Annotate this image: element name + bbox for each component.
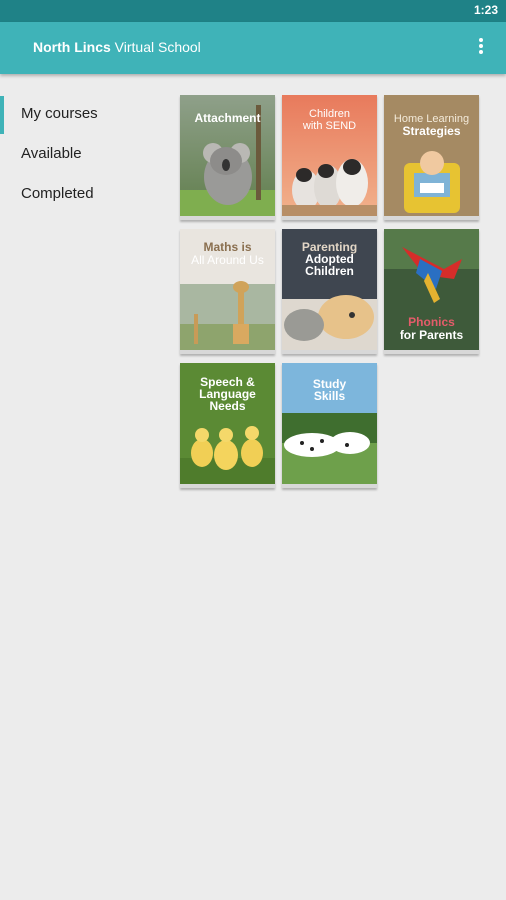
tile-progress-bar (384, 216, 479, 220)
sidebar: My courses Available Completed (0, 94, 170, 214)
course-tile-children-with-send[interactable]: Children with SEND (282, 95, 377, 220)
course-title: Strategies (402, 124, 461, 138)
course-tile-attachment[interactable]: Attachment (180, 95, 275, 220)
nav-completed[interactable]: Completed (0, 174, 170, 214)
course-title: with SEND (302, 120, 357, 132)
overflow-menu-icon[interactable] (476, 38, 486, 58)
nav-available[interactable]: Available (0, 134, 170, 174)
tile-progress-bar (282, 484, 377, 488)
course-title: Needs (209, 399, 246, 413)
status-bar: 1:23 (0, 0, 506, 22)
app-title-rest: Virtual School (110, 39, 201, 55)
tile-progress-bar (180, 484, 275, 488)
tile-progress-bar (384, 350, 479, 354)
course-title: Phonics (408, 315, 455, 329)
tile-progress-bar (180, 350, 275, 354)
course-tile-study-skills[interactable]: Study Skills (282, 363, 377, 488)
tile-progress-bar (282, 350, 377, 354)
course-title: Attachment (194, 111, 261, 125)
app-title-bold: North Lincs (33, 39, 111, 55)
status-time: 1:23 (473, 3, 498, 17)
course-tile-maths[interactable]: Maths is All Around Us (180, 229, 275, 354)
course-title: for Parents (399, 328, 464, 342)
course-title: Skills (313, 389, 346, 403)
course-tile-phonics[interactable]: Phonics for Parents (384, 229, 479, 354)
course-tile-speech-language[interactable]: Speech & Language Needs (180, 363, 275, 488)
course-tile-home-learning[interactable]: Home Learning Strategies (384, 95, 479, 220)
nav-label: Available (21, 145, 82, 162)
app-bar: North Lincs Virtual School (0, 22, 506, 74)
app-title: North Lincs Virtual School (33, 39, 201, 55)
nav-label: My courses (21, 105, 98, 122)
tile-progress-bar (180, 216, 275, 220)
course-tile-parenting[interactable]: Parenting Adopted Children (282, 229, 377, 354)
course-title: All Around Us (191, 253, 264, 267)
course-title: Maths is (203, 240, 252, 254)
course-title: Children (309, 108, 350, 120)
nav-label: Completed (21, 185, 94, 202)
course-title: Children (305, 264, 354, 278)
nav-my-courses[interactable]: My courses (0, 94, 170, 134)
tile-progress-bar (282, 216, 377, 220)
